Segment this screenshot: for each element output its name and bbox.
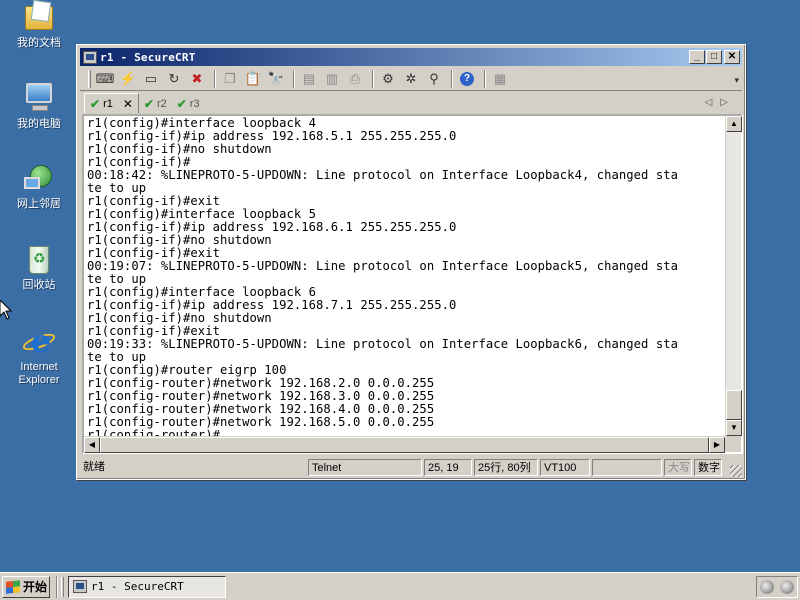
securecrt-window: r1 - SecureCRT _ □ ✕ ⌨ ⚡ ▭ ↻ ✖ ❐ 📋 🔭 ▤ ▥… bbox=[76, 44, 746, 480]
print-icon[interactable]: ▤ bbox=[299, 70, 319, 88]
toolbar-separator bbox=[214, 69, 216, 88]
connected-check-icon: ✔ bbox=[176, 97, 187, 111]
sftp-icon[interactable]: ▦ bbox=[490, 70, 510, 88]
terminal-line: 00:18:42: %LINEPROTO-5-UPDOWN: Line prot… bbox=[87, 168, 678, 182]
maximize-button[interactable]: □ bbox=[706, 50, 722, 64]
toolbar-grip[interactable] bbox=[88, 69, 91, 88]
tab-close-icon[interactable]: ✕ bbox=[123, 97, 133, 111]
toolbar-separator bbox=[372, 69, 374, 88]
reconnect-icon[interactable]: ↻ bbox=[164, 70, 184, 88]
close-button[interactable]: ✕ bbox=[724, 50, 740, 64]
tab-scroll-arrows-icon[interactable]: ◁▷ bbox=[705, 97, 736, 108]
horizontal-scrollbar[interactable]: ◀ ▶ bbox=[84, 436, 725, 453]
print-setup-icon[interactable]: ⎙ bbox=[345, 70, 365, 88]
scroll-down-button[interactable]: ▼ bbox=[726, 420, 742, 436]
terminal-line: 00:19:33: %LINEPROTO-5-UPDOWN: Line prot… bbox=[87, 337, 678, 351]
desktop-icon-label: 我的文档 bbox=[17, 37, 61, 49]
network-places-icon bbox=[22, 163, 56, 195]
taskbar: 开始 r1 - SecureCRT bbox=[0, 572, 800, 600]
connected-check-icon: ✔ bbox=[143, 97, 154, 111]
status-blank bbox=[592, 459, 662, 476]
recycle-bin-icon bbox=[22, 244, 56, 276]
toolbar-separator bbox=[484, 69, 486, 88]
status-bar: 就绪 Telnet 25, 19 25行, 80列 VT100 大写 数字 bbox=[80, 458, 742, 477]
desktop-icon-recycle-bin[interactable]: 回收站 bbox=[6, 244, 72, 292]
tab-label: r3 bbox=[189, 98, 200, 110]
find-icon[interactable]: 🔭 bbox=[266, 70, 286, 88]
toolbar: ⌨ ⚡ ▭ ↻ ✖ ❐ 📋 🔭 ▤ ▥ ⎙ ⚙ ✲ ⚲ ? ▦ ▾ bbox=[80, 67, 742, 91]
keymap-icon[interactable]: ⚲ bbox=[424, 70, 444, 88]
vertical-scrollbar[interactable]: ▲ ▼ bbox=[725, 116, 742, 436]
system-tray bbox=[756, 576, 798, 598]
scroll-right-button[interactable]: ▶ bbox=[709, 437, 725, 453]
quick-connect-icon[interactable]: ⚡ bbox=[118, 70, 138, 88]
connect-icon[interactable]: ⌨ bbox=[95, 70, 115, 88]
tray-network-icon[interactable] bbox=[780, 580, 794, 594]
desktop-icon-label: Explorer bbox=[18, 374, 60, 386]
desktop-icon-label: 网上邻居 bbox=[17, 198, 61, 210]
terminal-line: 00:19:07: %LINEPROTO-5-UPDOWN: Line prot… bbox=[87, 259, 678, 273]
internet-explorer-icon: e bbox=[20, 325, 58, 358]
session-tabs: ✔ r1 ✕ ✔ r2 ✔ r3 ◁▷ bbox=[80, 93, 742, 113]
toolbar-separator bbox=[293, 69, 295, 88]
status-cursor-position: 25, 19 bbox=[424, 459, 472, 476]
desktop-icon-label: 我的电脑 bbox=[17, 118, 61, 130]
securecrt-app-icon bbox=[73, 580, 87, 593]
my-computer-icon bbox=[22, 83, 56, 115]
securecrt-app-icon[interactable] bbox=[83, 50, 97, 64]
toolbar-separator bbox=[451, 69, 453, 88]
tab-label: r2 bbox=[156, 98, 167, 110]
scroll-left-button[interactable]: ◀ bbox=[84, 437, 100, 453]
title-bar[interactable]: r1 - SecureCRT _ □ ✕ bbox=[80, 48, 742, 66]
desktop-icon-network-places[interactable]: 网上邻居 bbox=[6, 163, 72, 211]
status-ready: 就绪 bbox=[83, 461, 105, 473]
print-selection-icon[interactable]: ▥ bbox=[322, 70, 342, 88]
status-terminal-size: 25行, 80列 bbox=[474, 459, 538, 476]
taskbar-grip[interactable] bbox=[61, 576, 64, 597]
desktop-icon-my-computer[interactable]: 我的电脑 bbox=[6, 83, 72, 131]
scrollbar-corner bbox=[725, 436, 741, 452]
vertical-scroll-thumb[interactable] bbox=[726, 390, 742, 420]
toolbar-overflow-icon[interactable]: ▾ bbox=[734, 75, 739, 86]
taskbar-button-label: r1 - SecureCRT bbox=[91, 580, 184, 593]
taskbar-separator bbox=[56, 575, 58, 598]
tab-label: r1 bbox=[103, 97, 113, 110]
desktop-icon-my-documents[interactable]: 我的文档 bbox=[6, 2, 72, 50]
resize-grip[interactable] bbox=[730, 465, 742, 477]
window-title: r1 - SecureCRT bbox=[100, 50, 196, 64]
taskbar-button-securecrt[interactable]: r1 - SecureCRT bbox=[68, 575, 226, 598]
desktop-icon-label: 回收站 bbox=[22, 279, 56, 291]
tray-speaker-icon[interactable] bbox=[760, 580, 774, 594]
status-caps-lock: 大写 bbox=[664, 459, 692, 476]
horizontal-scroll-thumb[interactable] bbox=[100, 437, 709, 453]
desktop-icon-label: Internet bbox=[20, 361, 58, 373]
session-options-icon[interactable]: ⚙ bbox=[378, 70, 398, 88]
connected-check-icon: ✔ bbox=[90, 96, 101, 111]
start-label: 开始 bbox=[23, 580, 48, 594]
windows-logo-icon bbox=[6, 579, 20, 594]
status-num-lock: 数字 bbox=[694, 459, 722, 476]
disconnect-icon[interactable]: ✖ bbox=[187, 70, 207, 88]
scroll-up-button[interactable]: ▲ bbox=[726, 116, 742, 132]
status-emulation: VT100 bbox=[540, 459, 590, 476]
start-button[interactable]: 开始 bbox=[2, 575, 50, 598]
tab-r3[interactable]: ✔ r3 bbox=[172, 95, 205, 113]
my-documents-icon bbox=[22, 2, 56, 34]
minimize-button[interactable]: _ bbox=[689, 50, 705, 64]
terminal-frame: r1(config)#interface loopback 4 r1(config… bbox=[82, 114, 743, 454]
global-options-icon[interactable]: ✲ bbox=[401, 70, 421, 88]
connect-tab-icon[interactable]: ▭ bbox=[141, 70, 161, 88]
paste-icon[interactable]: 📋 bbox=[243, 70, 263, 88]
help-icon[interactable]: ? bbox=[457, 70, 477, 88]
terminal-line: r1(config-router)# bbox=[87, 428, 220, 437]
desktop-icon-internet-explorer[interactable]: e Internet Explorer bbox=[6, 325, 72, 387]
tab-r1[interactable]: ✔ r1 ✕ bbox=[84, 93, 139, 113]
tab-r2[interactable]: ✔ r2 bbox=[139, 95, 172, 113]
copy-icon[interactable]: ❐ bbox=[220, 70, 240, 88]
status-protocol: Telnet bbox=[308, 459, 422, 476]
terminal-output[interactable]: r1(config)#interface loopback 4 r1(config… bbox=[84, 116, 725, 436]
